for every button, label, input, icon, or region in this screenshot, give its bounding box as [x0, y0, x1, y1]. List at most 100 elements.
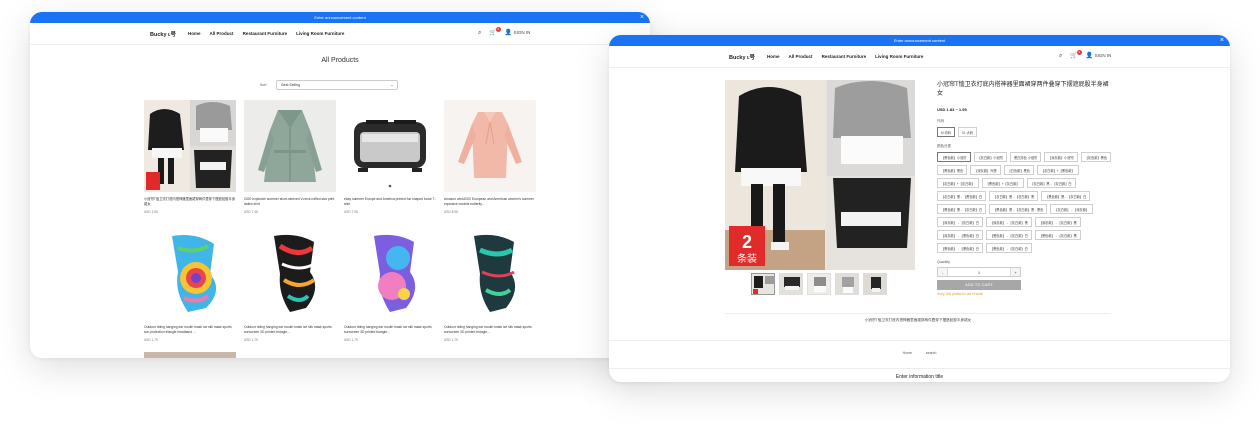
product-card[interactable]: Outdoor riding hanging ear mouth mask ic… — [444, 228, 536, 342]
sort-value: Best Selling — [281, 83, 300, 87]
color-options: 【黑色款】小冠帘 【灰白款】小冠帘 黑白撞色 小冠帘 【深灰款】小冠帘 【灰色款… — [937, 152, 1112, 254]
user-icon: 👤 — [504, 30, 513, 36]
close-icon[interactable]: × — [640, 12, 644, 23]
product-image-mask-teal[interactable] — [444, 228, 536, 320]
product-title[interactable]: Outdoor riding hanging ear mouth mask ic… — [144, 325, 236, 335]
nav-home[interactable]: Home — [767, 54, 780, 59]
color-option[interactable]: 【深灰款】 - 【灰白款】白 — [937, 217, 983, 228]
close-icon[interactable]: × — [1220, 35, 1224, 46]
store-logo[interactable]: Bucky ʟ号 — [729, 53, 755, 61]
color-option[interactable]: 【黑色款】黑色 — [937, 165, 968, 176]
color-option[interactable]: 【白色款】黑色 — [1003, 165, 1034, 176]
product-thumbnail[interactable] — [751, 273, 775, 295]
nav-restaurant-furniture[interactable]: Restaurant Furniture — [822, 54, 867, 59]
product-title[interactable]: Amazon wish2020 European and American wo… — [444, 197, 536, 207]
product-title[interactable]: Outdoor riding hanging ear mouth mask ic… — [344, 325, 436, 335]
color-option[interactable]: 【黑色款】+【灰白款】 — [981, 178, 1024, 189]
size-option[interactable]: XL 大码 — [957, 127, 977, 138]
color-option[interactable]: 黑白撞色 小冠帘 — [1010, 152, 1042, 163]
product-image-layered-skirt[interactable] — [144, 100, 236, 192]
quantity-input[interactable]: 1 — [947, 268, 1011, 277]
color-option[interactable]: 【深灰款】外搭 — [970, 165, 1001, 176]
product-thumbnail[interactable] — [807, 273, 831, 295]
nav-living-room-furniture[interactable]: Living Room Furniture — [875, 54, 923, 59]
product-price: USD 1.95 — [144, 210, 158, 214]
product-main-image[interactable]: 2 条装 — [725, 80, 915, 270]
color-option[interactable]: 【黑色款】黑 - 【灰白款】黑 - 黑色 — [989, 204, 1048, 215]
color-option[interactable]: 【灰白款】小冠帘 — [973, 152, 1007, 163]
product-card[interactable]: Outdoor riding hanging ear mouth mask ic… — [344, 228, 436, 342]
product-card[interactable]: Outdoor riding hanging ear mouth mask ic… — [244, 228, 336, 342]
product-card[interactable]: Amazon wish2020 European and American wo… — [444, 100, 536, 214]
product-card-partial[interactable] — [144, 352, 236, 358]
color-option[interactable]: 【灰白款】+【灰白款】 — [937, 178, 979, 189]
sign-in-link[interactable]: 👤 SIGN IN — [1086, 53, 1112, 59]
product-card[interactable]: Outdoor riding hanging ear mouth mask ic… — [144, 228, 236, 342]
divider — [609, 340, 1230, 341]
color-option[interactable]: 【灰白款】黑 - 【黑色款】白 — [937, 191, 987, 202]
page-title: All Products — [321, 57, 359, 64]
color-option[interactable]: 【黑色款】小冠帘 — [937, 152, 971, 163]
sort-select[interactable]: Best Selling ⌄ — [276, 80, 399, 90]
product-card[interactable]: 2020 explosive summer short-sleeved V-ne… — [244, 100, 336, 214]
cart-icon[interactable]: 🛒 0 — [1070, 50, 1082, 59]
color-option[interactable]: 【灰色款】黑色 — [1080, 152, 1112, 163]
search-icon[interactable]: ⌕ — [478, 30, 481, 36]
product-thumbnail[interactable] — [835, 273, 859, 295]
nav-restaurant-furniture[interactable]: Restaurant Furniture — [243, 31, 288, 36]
quantity-increment-button[interactable]: + — [1011, 268, 1020, 277]
product-title[interactable]: Outdoor riding hanging ear mouth mask ic… — [244, 325, 336, 335]
product-card[interactable]: ebay summer Europe and America printed f… — [344, 100, 436, 214]
footer-link-search[interactable]: search — [926, 351, 937, 355]
color-option[interactable]: 【灰白款】 - 【深灰款】 — [1050, 204, 1094, 215]
color-option[interactable]: 【黑色款】 - 【黑色款】白 — [937, 243, 983, 254]
color-option[interactable]: 【深灰款】 - 【黑色款】白 — [937, 230, 983, 241]
size-option[interactable]: M 均码 — [937, 127, 955, 138]
color-option[interactable]: 【黑色款】黑 - 【灰白款】白 — [937, 204, 987, 215]
product-image-mask-galaxy[interactable] — [344, 228, 436, 320]
store-logo[interactable]: Bucky ʟ号 — [150, 30, 176, 38]
badge-number: 2 — [742, 232, 752, 252]
nav-living-room-furniture[interactable]: Living Room Furniture — [296, 31, 344, 36]
product-image-mask-psychedelic[interactable] — [244, 228, 336, 320]
quantity-decrement-button[interactable]: - — [938, 268, 947, 277]
product-title[interactable]: Outdoor riding hanging ear mouth mask ic… — [444, 325, 536, 335]
color-option[interactable]: 【灰白款】黑 - 【灰白款】白 — [1026, 178, 1076, 189]
cart-icon[interactable]: 🛒 0 — [489, 27, 501, 36]
color-option[interactable]: 【灰白款】黑 - 【灰白款】黑 — [989, 191, 1039, 202]
product-card[interactable]: 小冠帘T恤卫衣打底内搭神器里面裙穿两件叠穿下摆遮屁股半身裙女 USD 1.95 — [144, 100, 236, 214]
product-title[interactable]: 小冠帘T恤卫衣打底内搭神器里面裙穿两件叠穿下摆遮屁股半身裙女 — [144, 197, 236, 207]
product-price: USD 7.46 — [244, 210, 258, 214]
color-option[interactable]: 【黑色款】黑 - 【灰白款】白 — [1041, 191, 1091, 202]
product-image-mask-tie-dye[interactable] — [144, 228, 236, 320]
product-image-toaster[interactable] — [344, 100, 436, 192]
product-grid: 小冠帘T恤卫衣打底内搭神器里面裙穿两件叠穿下摆遮屁股半身裙女 USD 1.95 … — [144, 100, 536, 342]
add-to-cart-button[interactable]: ADD TO CART — [937, 280, 1021, 291]
product-title[interactable]: 2020 explosive summer short-sleeved V-ne… — [244, 197, 336, 207]
announcement-text: Enter announcement content — [893, 38, 946, 43]
product-image-blouse[interactable] — [444, 100, 536, 192]
product-thumbnail[interactable] — [863, 273, 887, 295]
site-header: Bucky ʟ号 Home All Product Restaurant Fur… — [609, 46, 1230, 68]
nav-all-product[interactable]: All Product — [210, 31, 234, 36]
color-option[interactable]: 【黑色款】 - 【灰白款】黑 — [1034, 230, 1081, 241]
nav-home[interactable]: Home — [188, 31, 201, 36]
color-option[interactable]: 【黑色款】 - 【灰白款】白 — [985, 243, 1032, 254]
color-option[interactable]: 【黑色款】 - 【灰白款】白 — [985, 230, 1032, 241]
sign-in-link[interactable]: 👤 SIGN IN — [505, 30, 531, 36]
size-options: M 均码 XL 大码 — [937, 127, 1112, 138]
nav-all-product[interactable]: All Product — [789, 54, 813, 59]
color-option[interactable]: 【深灰款】小冠帘 — [1044, 152, 1078, 163]
size-label: 尺码 — [937, 119, 944, 124]
color-option[interactable]: 【深灰款】 - 【灰白款】黑 — [985, 217, 1032, 228]
search-icon[interactable]: ⌕ — [1059, 53, 1062, 59]
color-option[interactable]: 【深灰款】 - 【灰白款】黑 — [1034, 217, 1081, 228]
product-thumbnail[interactable] — [779, 273, 803, 295]
color-option[interactable]: 【灰白款】+【黑色款】 — [1036, 165, 1079, 176]
info-title: Enter information title — [895, 374, 944, 380]
footer-link-home[interactable]: Home — [903, 351, 912, 355]
product-price: USD 1.79 — [344, 338, 358, 342]
badge-text: 条装 — [737, 252, 757, 265]
product-image-coat[interactable] — [244, 100, 336, 192]
product-title[interactable]: ebay summer Europe and America printed f… — [344, 197, 436, 207]
